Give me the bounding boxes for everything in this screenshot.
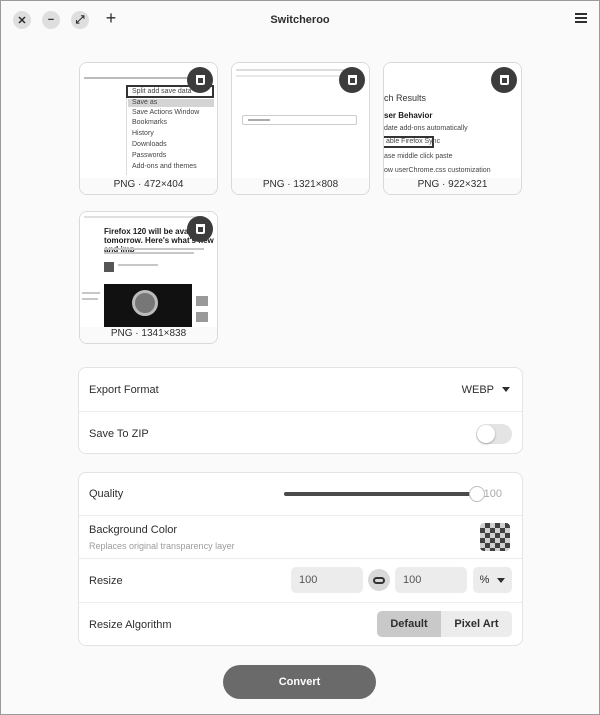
delete-icon[interactable] — [187, 216, 213, 242]
quality-row: Quality 100 — [89, 486, 502, 502]
color-swatch-button[interactable] — [480, 523, 510, 551]
delete-icon[interactable] — [187, 67, 213, 93]
chevron-down-icon — [502, 387, 510, 392]
resize-row: Resize 100 100 % — [79, 559, 522, 602]
delete-icon[interactable] — [339, 67, 365, 93]
resize-algorithm-row: Resize Algorithm Default Pixel Art — [79, 603, 522, 646]
add-icon[interactable]: + — [102, 8, 120, 28]
background-color-row: Background Color Replaces original trans… — [79, 516, 522, 558]
link-icon[interactable] — [368, 569, 390, 591]
image-info: PNG · 922×321 — [384, 178, 521, 194]
export-format-dropdown[interactable]: WEBP — [462, 384, 510, 396]
window-title: Switcheroo — [270, 14, 330, 26]
image-info: PNG · 1321×808 — [232, 178, 369, 194]
quality-value: 100 — [483, 488, 502, 500]
quality-slider[interactable] — [284, 486, 485, 502]
header-bar: ✕ − ⤢ + Switcheroo — [1, 1, 599, 39]
menu-icon[interactable] — [575, 13, 587, 25]
image-thumbnail[interactable]: Firefox 120 will be available tomorrow. … — [79, 211, 218, 344]
resize-height-input[interactable]: 100 — [395, 567, 467, 593]
algorithm-default-button[interactable]: Default — [377, 611, 441, 637]
export-format-row[interactable]: Export Format WEBP — [79, 368, 522, 411]
app-window: ✕ − ⤢ + Switcheroo Split add save data S… — [0, 0, 600, 715]
close-icon[interactable]: ✕ — [13, 11, 31, 29]
image-thumbnail[interactable]: PNG · 1321×808 — [231, 62, 370, 195]
algorithm-pixel-art-button[interactable]: Pixel Art — [441, 611, 512, 637]
convert-button[interactable]: Convert — [223, 665, 376, 699]
maximize-icon[interactable]: ⤢ — [71, 11, 89, 29]
slider-handle[interactable] — [469, 486, 485, 502]
image-thumbnail[interactable]: ch Results ser Behavior date add-ons aut… — [383, 62, 522, 195]
image-info: PNG · 472×404 — [80, 178, 217, 194]
delete-icon[interactable] — [491, 67, 517, 93]
image-settings-card: Quality 100 Background Color Replaces or… — [78, 472, 523, 646]
image-info: PNG · 1341×838 — [80, 327, 217, 343]
algorithm-toggle-group: Default Pixel Art — [377, 611, 512, 637]
minimize-icon[interactable]: − — [42, 11, 60, 29]
save-zip-toggle[interactable] — [476, 423, 512, 444]
image-thumbnail[interactable]: Split add save data Save as Save Actions… — [79, 62, 218, 195]
resize-unit-dropdown[interactable]: % — [473, 567, 512, 593]
chevron-down-icon — [497, 577, 506, 583]
export-settings-card: Export Format WEBP Save To ZIP — [78, 367, 523, 454]
save-zip-row: Save To ZIP — [79, 412, 522, 455]
resize-width-input[interactable]: 100 — [291, 567, 363, 593]
